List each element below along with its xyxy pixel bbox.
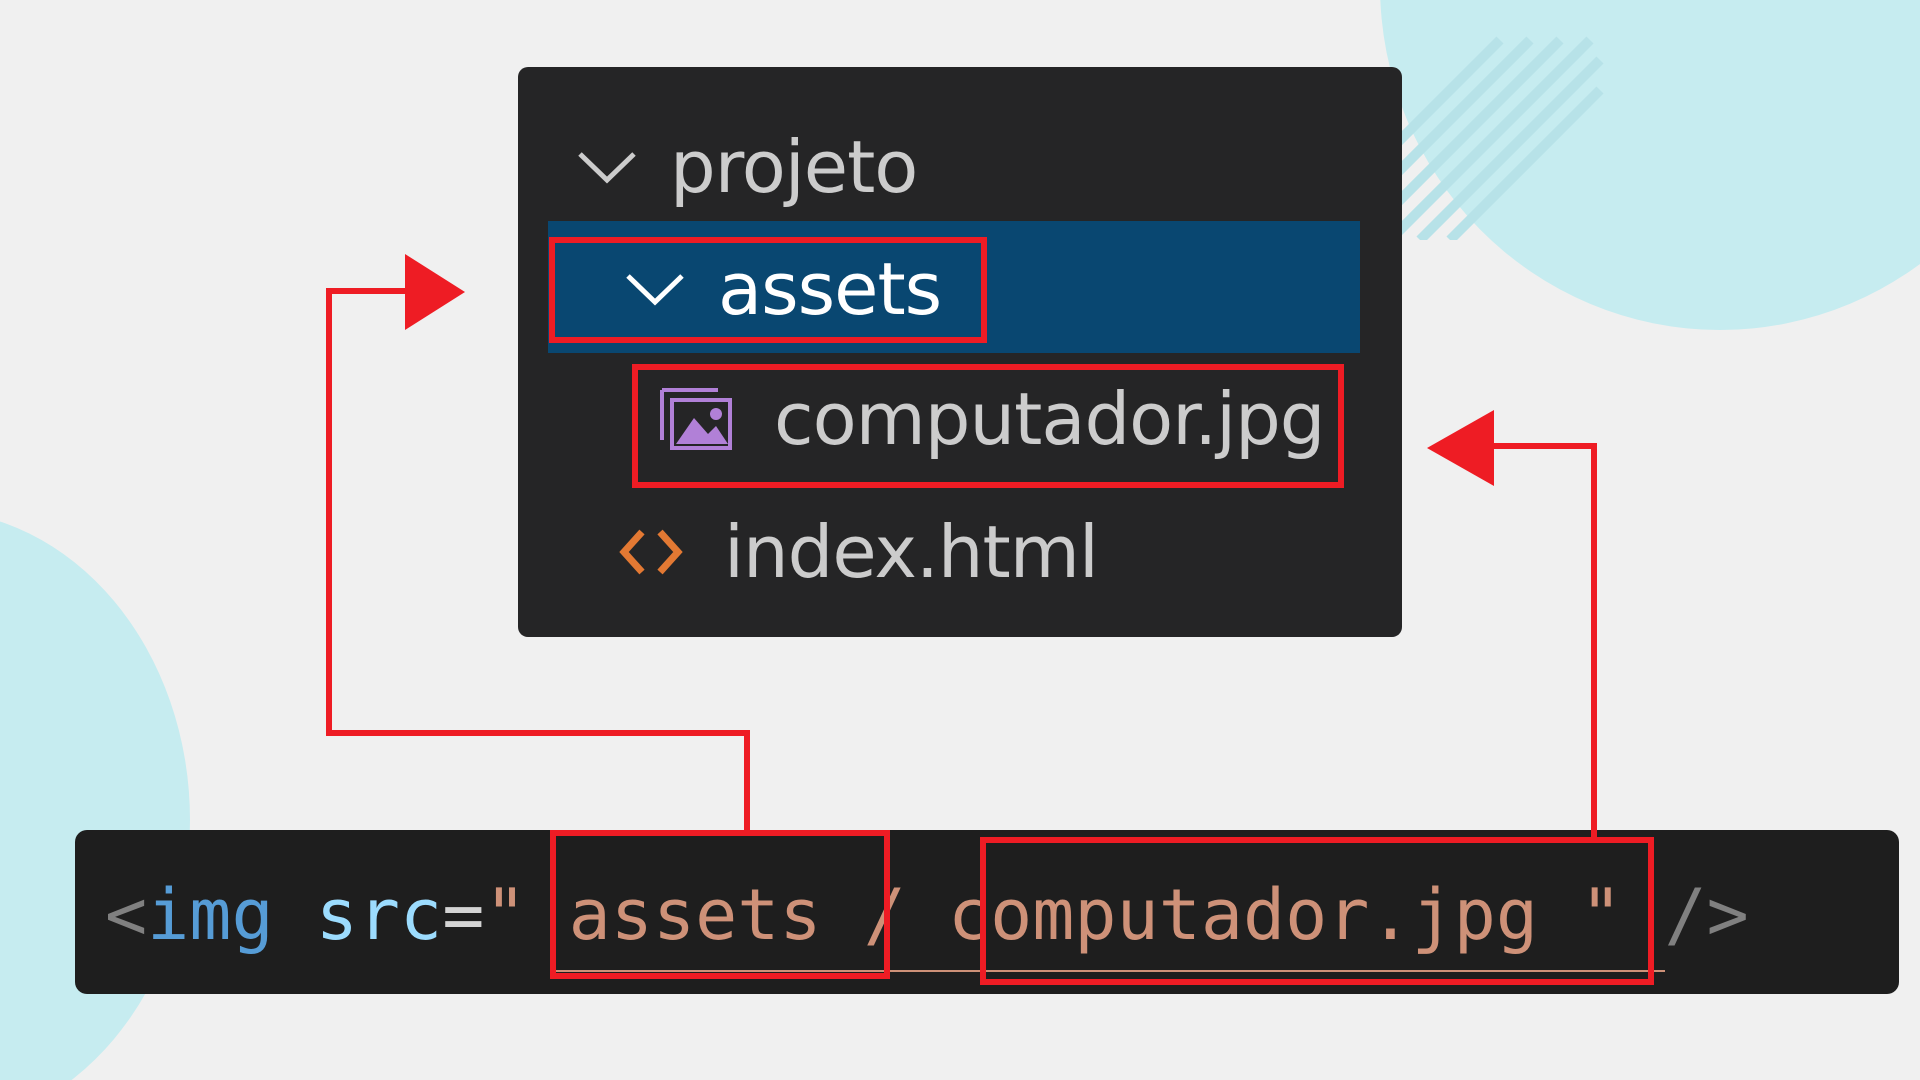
tree-item-index-html[interactable]: index.html <box>618 497 1099 607</box>
tree-item-label: index.html <box>724 510 1099 594</box>
code-quote-open: " <box>484 874 527 956</box>
code-path-slash: / <box>863 874 906 956</box>
tree-item-label: assets <box>718 247 942 331</box>
code-snippet-bar: < img src = " assets / computador.jpg " /> <box>75 830 1899 994</box>
code-quote-close: " <box>1580 874 1623 956</box>
chevron-down-icon <box>626 274 684 306</box>
tree-item-label: projeto <box>670 125 918 209</box>
chevron-down-icon <box>578 152 636 184</box>
string-underline <box>555 970 1665 972</box>
file-explorer-panel: projeto assets computador.jpg index.html <box>518 67 1402 637</box>
tree-item-projeto[interactable]: projeto <box>574 112 918 222</box>
code-tag-name: img <box>147 874 274 956</box>
tree-item-label: computador.jpg <box>774 377 1326 461</box>
connector-line-computador <box>1492 443 1597 840</box>
code-self-close: /> <box>1664 874 1749 956</box>
code-brackets-icon <box>619 529 683 575</box>
diagram-canvas: projeto assets computador.jpg index.html… <box>0 0 1920 1080</box>
code-attribute: src <box>315 874 443 956</box>
code-equals: = <box>442 874 485 956</box>
code-line: < img src = " assets / computador.jpg " /> <box>105 860 1749 970</box>
code-path-folder: assets <box>568 874 822 956</box>
code-open-bracket: < <box>105 874 148 956</box>
arrowhead-to-assets <box>405 254 465 330</box>
image-file-icon <box>660 388 732 450</box>
tree-item-computador-jpg[interactable]: computador.jpg <box>658 364 1326 474</box>
arrowhead-to-computador <box>1427 410 1494 486</box>
decorative-circle-bottom-left <box>0 510 190 1080</box>
tree-item-assets[interactable]: assets <box>622 234 942 344</box>
code-path-file: computador.jpg <box>948 874 1539 956</box>
